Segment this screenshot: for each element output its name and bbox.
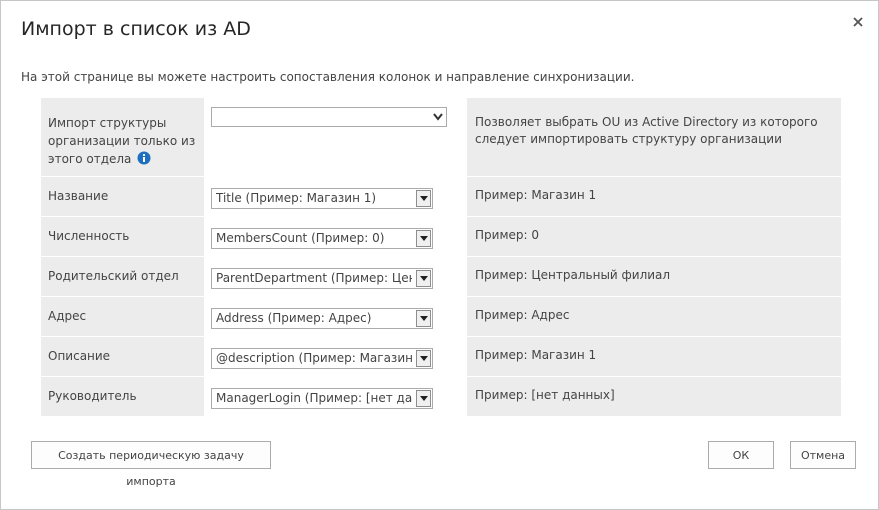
select-value: ManagerLogin (Пример: [нет данных]) (216, 391, 412, 405)
table-row-ou: Импорт структуры организации только из э… (41, 98, 841, 177)
field-select-members-count[interactable]: MembersCount (Пример: 0) (211, 228, 433, 249)
table-row: Численность MembersCount (Пример: 0) При… (41, 217, 841, 257)
select-value: ParentDepartment (Пример: Центральный фи… (216, 271, 412, 285)
row-hint: Пример: Магазин 1 (467, 337, 841, 376)
row-label: Численность (41, 217, 204, 256)
select-value: @description (Пример: Магазин 1) (216, 351, 412, 365)
select-value: Title (Пример: Магазин 1) (216, 191, 377, 205)
select-dropdown-button[interactable] (416, 270, 431, 287)
triangle-down-icon (420, 356, 428, 361)
select-dropdown-button[interactable] (416, 190, 431, 207)
select-dropdown-button[interactable] (416, 310, 431, 327)
field-select-manager[interactable]: ManagerLogin (Пример: [нет данных]) (211, 388, 433, 409)
close-icon[interactable] (847, 11, 869, 33)
row-field-cell: Address (Пример: Адрес) (204, 297, 467, 336)
select-dropdown-button[interactable] (416, 350, 431, 367)
row-field-cell: @description (Пример: Магазин 1) (204, 337, 467, 376)
select-dropdown-button[interactable] (416, 230, 431, 247)
close-button[interactable] (847, 11, 869, 33)
row-hint-cell: Позволяет выбрать OU из Active Directory… (467, 98, 841, 176)
mapping-table: Импорт структуры организации только из э… (41, 98, 841, 417)
row-hint: Пример: Центральный филиал (467, 257, 841, 296)
create-scheduled-import-button[interactable]: Создать периодическую задачу импорта (31, 441, 271, 488)
info-icon[interactable] (137, 151, 151, 165)
row-hint: Пример: 0 (467, 217, 841, 256)
select-dropdown-button[interactable] (416, 390, 431, 407)
dialog-description: На этой странице вы можете настроить соп… (21, 70, 635, 84)
row-field-cell (204, 98, 467, 176)
dialog-title: Импорт в список из AD (21, 18, 251, 40)
field-select-description[interactable]: @description (Пример: Магазин 1) (211, 348, 433, 369)
row-hint: Позволяет выбрать OU из Active Directory… (475, 115, 818, 146)
row-label: Руководитель (41, 377, 204, 416)
field-select-title[interactable]: Title (Пример: Магазин 1) (211, 188, 433, 209)
triangle-down-icon (420, 316, 428, 321)
triangle-down-icon (420, 236, 428, 241)
ou-select[interactable] (211, 107, 447, 127)
select-value: MembersCount (Пример: 0) (216, 231, 385, 245)
table-row: Руководитель ManagerLogin (Пример: [нет … (41, 377, 841, 417)
triangle-down-icon (420, 396, 428, 401)
table-row: Адрес Address (Пример: Адрес) Пример: Ад… (41, 297, 841, 337)
row-field-cell: ParentDepartment (Пример: Центральный фи… (204, 257, 467, 296)
row-label: Импорт структуры организации только из э… (48, 116, 196, 166)
row-label: Описание (41, 337, 204, 376)
field-select-parent-department[interactable]: ParentDepartment (Пример: Центральный фи… (211, 268, 433, 289)
select-value: Address (Пример: Адрес) (216, 311, 372, 325)
table-row: Название Title (Пример: Магазин 1) Приме… (41, 177, 841, 217)
row-label: Название (41, 177, 204, 216)
row-field-cell: MembersCount (Пример: 0) (204, 217, 467, 256)
row-label-cell: Импорт структуры организации только из э… (41, 98, 204, 176)
chevron-down-icon[interactable] (433, 113, 443, 121)
field-select-address[interactable]: Address (Пример: Адрес) (211, 308, 433, 329)
table-row: Описание @description (Пример: Магазин 1… (41, 337, 841, 377)
row-hint: Пример: Магазин 1 (467, 177, 841, 216)
row-hint: Пример: Адрес (467, 297, 841, 336)
triangle-down-icon (420, 276, 428, 281)
row-field-cell: Title (Пример: Магазин 1) (204, 177, 467, 216)
import-dialog: Импорт в список из AD На этой странице в… (0, 0, 879, 510)
cancel-button[interactable]: Отмена (790, 441, 856, 469)
row-label: Адрес (41, 297, 204, 336)
row-hint: Пример: [нет данных] (467, 377, 841, 416)
row-field-cell: ManagerLogin (Пример: [нет данных]) (204, 377, 467, 416)
ok-button[interactable]: ОК (708, 441, 774, 469)
row-label: Родительский отдел (41, 257, 204, 296)
table-row: Родительский отдел ParentDepartment (При… (41, 257, 841, 297)
triangle-down-icon (420, 196, 428, 201)
